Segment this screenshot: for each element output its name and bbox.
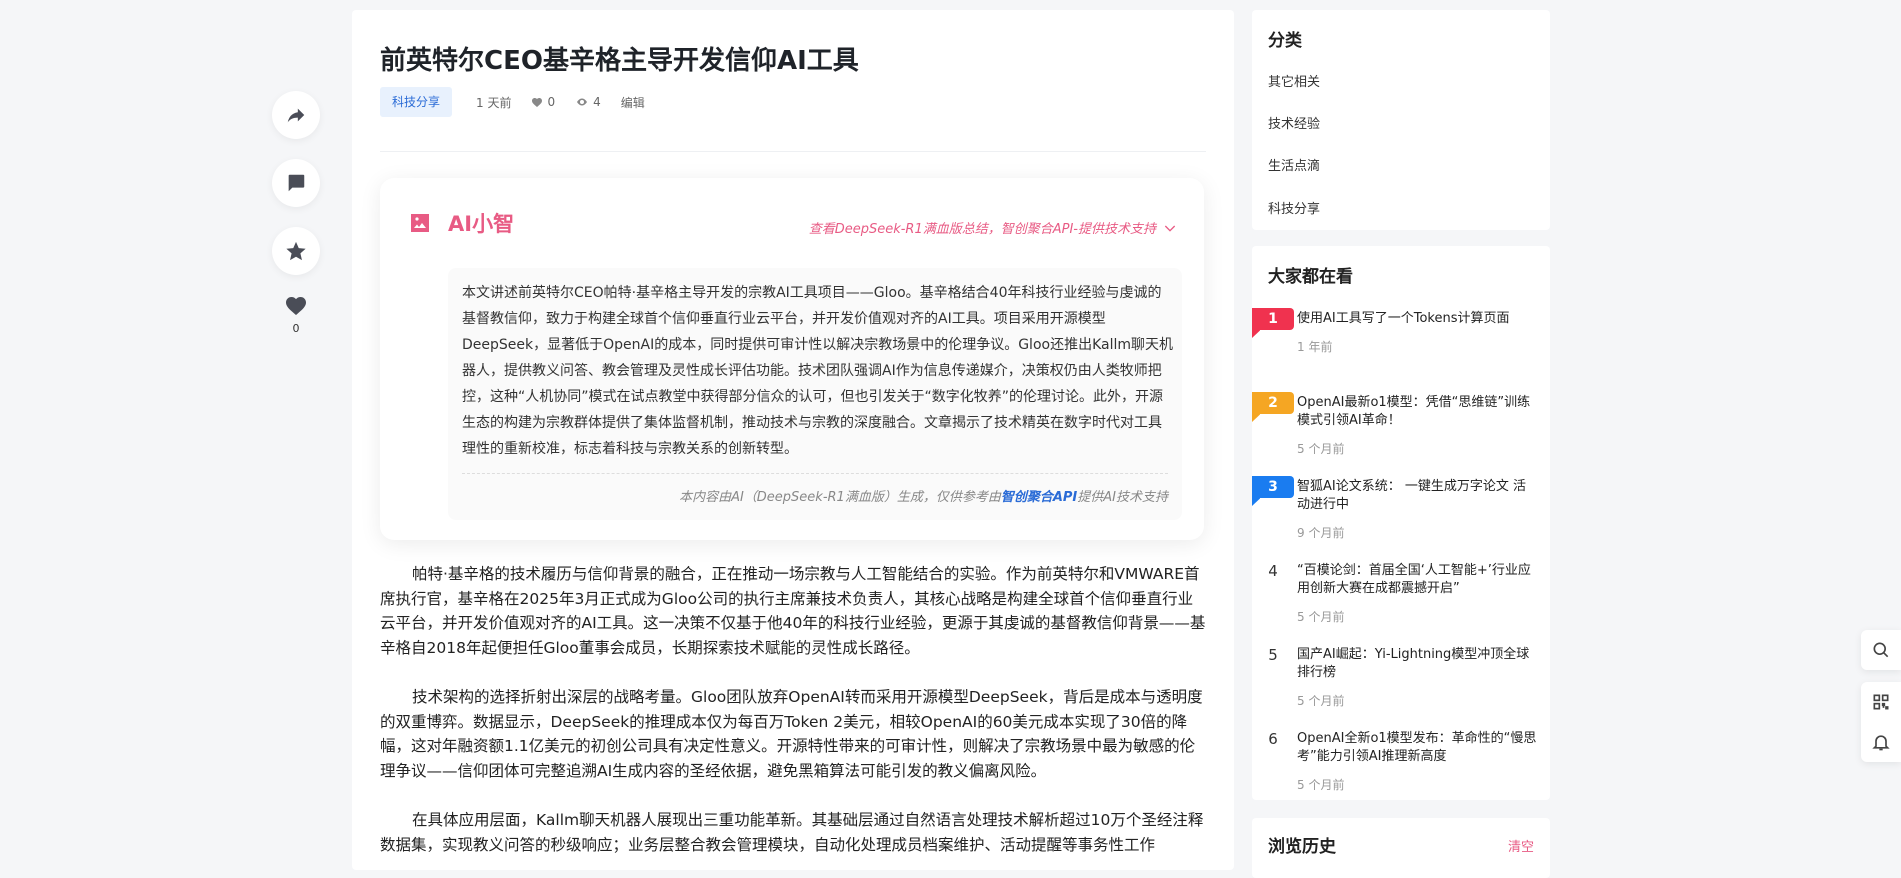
- hot-item-title[interactable]: OpenAI最新o1模型：凭借“思维链”训练模式引领AI革命！: [1297, 394, 1537, 430]
- hot-item[interactable]: 6 OpenAI全新o1模型发布：革命性的“慢思考”能力引领AI推理新高度 5 …: [1252, 728, 1550, 798]
- rank-notch: [1252, 476, 1260, 506]
- hot-list-title: 大家都在看: [1268, 267, 1353, 287]
- time-ago: 1 天前: [476, 95, 512, 110]
- hot-item-time: 1 年前: [1297, 340, 1333, 354]
- category-item[interactable]: 科技分享: [1268, 198, 1320, 217]
- hot-item-title[interactable]: 智狐AI论文系统： 一键生成万字论文 活动进行中: [1297, 478, 1537, 514]
- rank-notch: [1252, 392, 1260, 422]
- hot-item-time: 5 个月前: [1297, 610, 1345, 624]
- search-tool: [1861, 630, 1901, 670]
- like-button[interactable]: 0: [272, 294, 320, 335]
- notification-button[interactable]: [1861, 722, 1901, 762]
- category-item[interactable]: 生活点滴: [1268, 155, 1320, 174]
- view-stat-value: 4: [593, 95, 601, 109]
- favorite-button[interactable]: [272, 227, 320, 275]
- like-stat-value: 0: [547, 95, 556, 109]
- ai-summary-box: AI小智 查看DeepSeek-R1满血版总结，智创聚合API-提供技术支持 本…: [380, 178, 1204, 540]
- share-button[interactable]: [272, 91, 320, 139]
- article-card: 前英特尔CEO基辛格主导开发信仰AI工具 科技分享 1 天前 0 4 编辑 AI…: [352, 10, 1234, 870]
- hot-item-time: 9 个月前: [1297, 526, 1345, 540]
- hot-item-title[interactable]: “百模论剑：首届全国‘人工智能+’行业应用创新大赛在成都震撼开启”: [1297, 562, 1537, 598]
- ai-summary-link-text: 查看DeepSeek-R1满血版总结，智创聚合API-提供技术支持: [808, 222, 1156, 237]
- edit-link[interactable]: 编辑: [621, 94, 645, 111]
- ai-summary-text: 本文讲述前英特尔CEO帕特·基辛格主导开发的宗教AI工具项目——Gloo。基辛格…: [462, 285, 1174, 457]
- hot-item[interactable]: 1 使用AI工具写了一个Tokens计算页面 1 年前: [1252, 308, 1550, 378]
- history-card: 浏览历史 清空: [1252, 818, 1550, 878]
- hot-item-title[interactable]: OpenAI全新o1模型发布：革命性的“慢思考”能力引领AI推理新高度: [1297, 730, 1537, 766]
- ai-footer-link[interactable]: 智创聚合API: [1001, 490, 1077, 505]
- hot-item-title[interactable]: 使用AI工具写了一个Tokens计算页面: [1297, 310, 1537, 328]
- star-icon: [286, 241, 306, 261]
- hot-item-time: 5 个月前: [1297, 778, 1345, 792]
- bell-icon: [1872, 735, 1890, 751]
- chevron-down-icon: [1164, 225, 1176, 232]
- hot-item[interactable]: 4 “百模论剑：首届全国‘人工智能+’行业应用创新大赛在成都震撼开启” 5 个月…: [1252, 560, 1550, 630]
- hot-item-time: 5 个月前: [1297, 694, 1345, 708]
- rank-number: 5: [1268, 646, 1278, 664]
- article-title: 前英特尔CEO基辛格主导开发信仰AI工具: [380, 46, 859, 76]
- rank-notch: [1252, 308, 1260, 338]
- share-icon: [287, 108, 305, 123]
- ai-summary-content: 本文讲述前英特尔CEO帕特·基辛格主导开发的宗教AI工具项目——Gloo。基辛格…: [448, 268, 1182, 520]
- qrcode-icon: [1873, 694, 1889, 710]
- like-stat: 0: [531, 95, 555, 109]
- article-paragraph: 帕特·基辛格的技术履历与信仰背景的融合，正在推动一场宗教与人工智能结合的实验。作…: [380, 565, 1206, 657]
- ai-footer-prefix: 本内容由AI（DeepSeek-R1满血版）生成，仅供参考由: [679, 490, 1001, 505]
- hot-item-time: 5 个月前: [1297, 442, 1345, 456]
- like-count: 0: [292, 322, 300, 335]
- view-stat: 4: [575, 95, 601, 109]
- heart-icon: [286, 297, 306, 315]
- category-title: 分类: [1268, 31, 1302, 51]
- tool-group: [1861, 682, 1901, 762]
- eye-icon: [577, 98, 588, 106]
- hot-item[interactable]: 2 OpenAI最新o1模型：凭借“思维链”训练模式引领AI革命！ 5 个月前: [1252, 392, 1550, 462]
- category-card: 分类 其它相关 技术经验 生活点滴 科技分享: [1252, 10, 1550, 230]
- hot-item[interactable]: 3 智狐AI论文系统： 一键生成万字论文 活动进行中 9 个月前: [1252, 476, 1550, 546]
- ai-summary-header: AI小智: [408, 208, 514, 238]
- category-item[interactable]: 其它相关: [1268, 71, 1320, 90]
- qrcode-button[interactable]: [1861, 682, 1901, 722]
- history-title: 浏览历史: [1268, 837, 1336, 857]
- comment-icon: [288, 174, 305, 192]
- rank-number: 4: [1268, 562, 1278, 580]
- category-item[interactable]: 技术经验: [1268, 113, 1320, 132]
- article-paragraph: 在具体应用层面，Kallm聊天机器人展现出三重功能革新。其基础层通过自然语言处理…: [380, 811, 1204, 854]
- ai-summary-divider: [462, 473, 1168, 474]
- rank-number: 6: [1268, 730, 1278, 748]
- article-meta: 科技分享 1 天前 0 4 编辑: [380, 87, 665, 117]
- comment-button[interactable]: [272, 159, 320, 207]
- heart-icon: [532, 98, 543, 107]
- image-icon: [411, 214, 429, 232]
- divider: [380, 151, 1206, 152]
- search-icon: [1873, 642, 1889, 658]
- hot-list-card: 大家都在看 1 使用AI工具写了一个Tokens计算页面 1 年前 2 Open…: [1252, 246, 1550, 800]
- article-paragraph: 技术架构的选择折射出深层的战略考量。Gloo团队放弃OpenAI转而采用开源模型…: [380, 688, 1203, 780]
- clear-history-button[interactable]: 清空: [1508, 836, 1534, 855]
- category-tag[interactable]: 科技分享: [380, 87, 453, 117]
- ai-summary-footer: 本内容由AI（DeepSeek-R1满血版）生成，仅供参考由智创聚合API提供A…: [679, 486, 1168, 505]
- ai-footer-suffix: 提供AI技术支持: [1077, 490, 1168, 505]
- ai-summary-name: AI小智: [448, 212, 515, 236]
- hot-item-title[interactable]: 国产AI崛起：Yi-Lightning模型冲顶全球排行榜: [1297, 646, 1537, 682]
- search-button[interactable]: [1861, 630, 1901, 670]
- hot-item[interactable]: 5 国产AI崛起：Yi-Lightning模型冲顶全球排行榜 5 个月前: [1252, 644, 1550, 714]
- ai-summary-link[interactable]: 查看DeepSeek-R1满血版总结，智创聚合API-提供技术支持: [809, 218, 1178, 237]
